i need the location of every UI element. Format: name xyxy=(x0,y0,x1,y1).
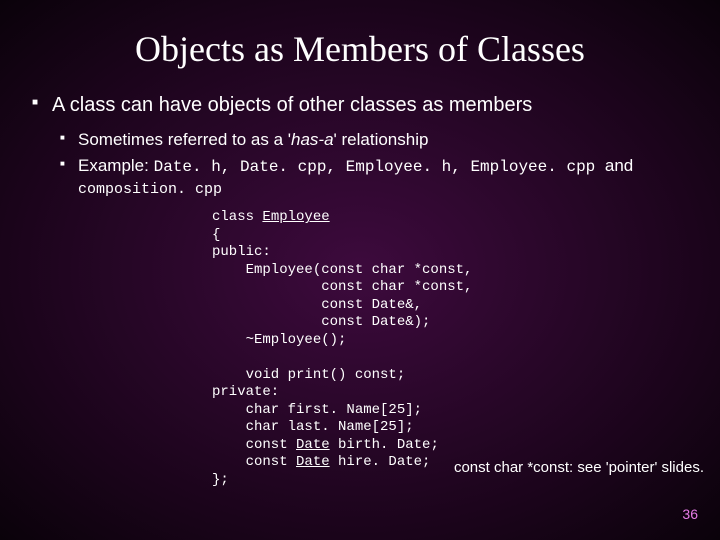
example-file-composition: composition. cpp xyxy=(78,180,700,200)
code-line: }; xyxy=(212,472,229,488)
bullet-level1: A class can have objects of other classe… xyxy=(32,94,700,117)
code-type-date: Date xyxy=(296,454,330,470)
code-line: void print() const; xyxy=(212,367,405,383)
code-line: private: xyxy=(212,384,279,400)
bullet-level2-hasa: Sometimes referred to as a 'has-a' relat… xyxy=(60,129,700,151)
text: and xyxy=(605,156,633,175)
code-line: char last. Name[25]; xyxy=(212,419,414,435)
code-line: public: xyxy=(212,244,271,260)
example-files: Date. h, Date. cpp, Employee. h, Employe… xyxy=(154,158,605,176)
code-line: const Date&); xyxy=(212,314,430,330)
slide-title: Objects as Members of Classes xyxy=(0,0,720,94)
code-line: const xyxy=(212,437,296,453)
code-line: char first. Name[25]; xyxy=(212,402,422,418)
annotation-pointer-note: const char *const: see 'pointer' slides. xyxy=(454,459,704,476)
code-line: hire. Date; xyxy=(330,454,431,470)
code-line: ~Employee(); xyxy=(212,332,346,348)
code-line: const Date&, xyxy=(212,297,422,313)
page-number: 36 xyxy=(682,506,698,522)
bullet-level2-example: Example: Date. h, Date. cpp, Employee. h… xyxy=(60,155,700,199)
code-block: class Employee { public: Employee(const … xyxy=(212,209,700,489)
code-type-date: Date xyxy=(296,437,330,453)
text: ' relationship xyxy=(334,130,429,149)
content-area: A class can have objects of other classe… xyxy=(0,94,720,489)
code-line: class xyxy=(212,209,262,225)
has-a-italic: has-a xyxy=(291,130,334,149)
code-line: const xyxy=(212,454,296,470)
example-label: Example: xyxy=(78,156,154,175)
code-line: Employee(const char *const, xyxy=(212,262,472,278)
code-class-name: Employee xyxy=(262,209,329,225)
text: Sometimes referred to as a ' xyxy=(78,130,291,149)
code-line: birth. Date; xyxy=(330,437,439,453)
code-line: const char *const, xyxy=(212,279,472,295)
code-line: { xyxy=(212,227,220,243)
